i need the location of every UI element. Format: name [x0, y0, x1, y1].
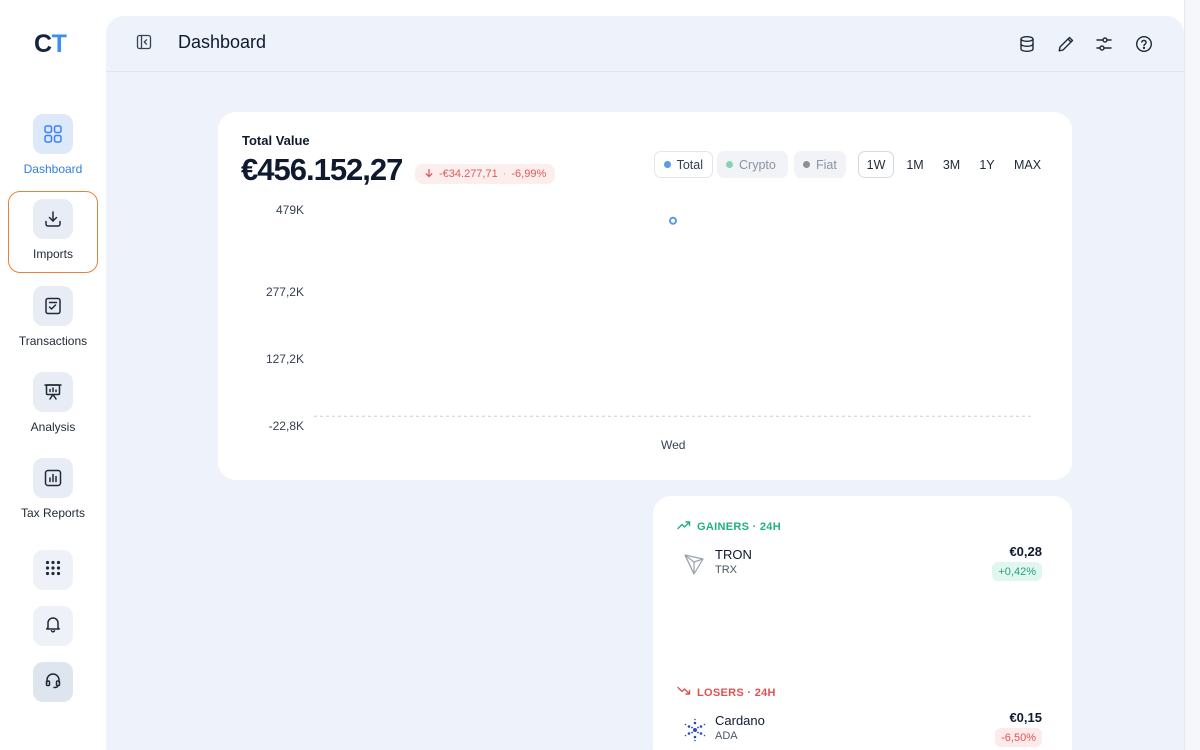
- tron-icon: [683, 552, 707, 576]
- value-chart[interactable]: [218, 112, 1072, 480]
- bell-icon: [44, 615, 62, 638]
- trend-down-icon: [677, 686, 691, 699]
- page-scrollbar[interactable]: [1184, 0, 1200, 750]
- top-bar: Dashboard: [106, 16, 1184, 72]
- grid-icon: [33, 114, 73, 154]
- coin-change-badge: -6,50%: [995, 728, 1042, 747]
- sidebar: CT Dashboard Imports Transactions Analys…: [0, 0, 106, 750]
- movers-card: GAINERS · 24H TRON TRX €0,28 +0,42% LOSE…: [653, 496, 1072, 750]
- coin-change-badge: +0,42%: [992, 562, 1042, 581]
- page-title: Dashboard: [178, 32, 267, 52]
- pencil-icon[interactable]: [1055, 33, 1077, 55]
- download-icon: [33, 199, 73, 239]
- checklist-icon: [33, 286, 73, 326]
- bar-report-icon: [33, 458, 73, 498]
- trend-up-icon: [677, 520, 691, 533]
- presentation-chart-icon: [33, 372, 73, 412]
- sidebar-item-label: Tax Reports: [20, 506, 86, 520]
- notifications-button[interactable]: [33, 606, 73, 646]
- gainers-header: GAINERS · 24H: [677, 520, 781, 533]
- collapse-sidebar-icon[interactable]: [136, 34, 156, 54]
- headset-icon: [44, 671, 62, 694]
- cardano-icon: [683, 718, 707, 742]
- sidebar-item-transactions[interactable]: Transactions: [8, 278, 98, 360]
- coin-price: €0,15: [1009, 710, 1042, 725]
- apps-grid-icon: [44, 559, 62, 582]
- app-logo[interactable]: CT: [34, 30, 67, 59]
- database-icon[interactable]: [1016, 33, 1038, 55]
- sidebar-item-imports[interactable]: Imports: [8, 191, 98, 273]
- sidebar-item-label: Analysis: [30, 420, 76, 434]
- sidebar-item-tax-reports[interactable]: Tax Reports: [8, 450, 98, 532]
- apps-grid-button[interactable]: [33, 550, 73, 590]
- total-value-card: Total Value €456.152,27 -€34.277,71 · -6…: [218, 112, 1072, 480]
- coin-symbol: ADA: [715, 730, 738, 742]
- sliders-icon[interactable]: [1093, 33, 1115, 55]
- sidebar-item-label: Transactions: [18, 334, 88, 348]
- coin-name: TRON: [715, 547, 752, 562]
- sidebar-item-label: Imports: [32, 247, 73, 261]
- coin-name: Cardano: [715, 713, 765, 728]
- sidebar-item-analysis[interactable]: Analysis: [8, 364, 98, 446]
- sidebar-item-label: Dashboard: [23, 162, 83, 176]
- help-icon[interactable]: [1133, 33, 1155, 55]
- sidebar-item-dashboard[interactable]: Dashboard: [8, 106, 98, 188]
- coin-symbol: TRX: [715, 564, 737, 576]
- support-button[interactable]: [33, 662, 73, 702]
- losers-header: LOSERS · 24H: [677, 686, 776, 699]
- chart-point-total-0[interactable]: [669, 216, 677, 225]
- coin-price: €0,28: [1009, 544, 1042, 559]
